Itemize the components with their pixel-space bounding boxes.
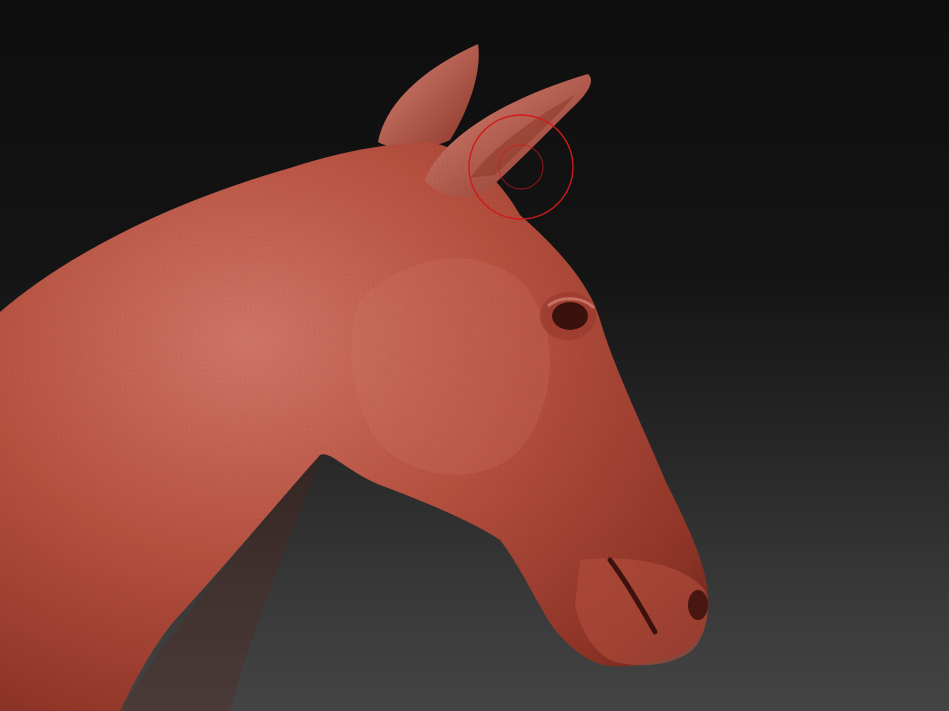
mesh-overlay xyxy=(0,142,709,711)
canvas[interactable] xyxy=(0,0,949,711)
sculpt-viewport[interactable] xyxy=(0,0,949,711)
